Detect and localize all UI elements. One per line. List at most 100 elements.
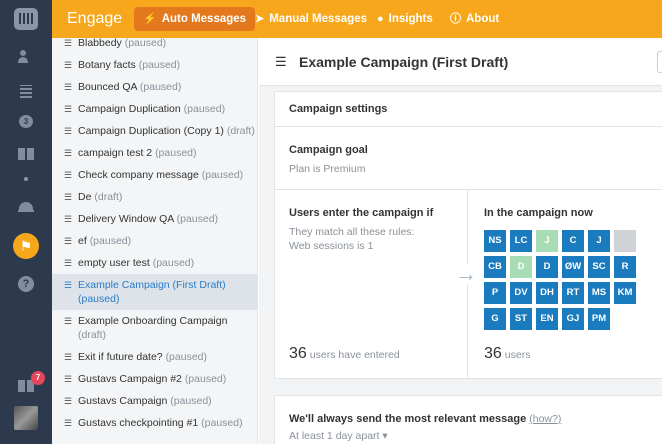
page-title: Example Campaign (First Draft) xyxy=(299,54,509,70)
user-avatar[interactable]: RT xyxy=(562,282,584,304)
user-avatar[interactable]: PM xyxy=(588,308,610,330)
user-avatar[interactable]: KM xyxy=(614,282,636,304)
app-name: Engage xyxy=(67,10,123,27)
entry-rules-panel[interactable]: Users enter the campaign if They match a… xyxy=(275,189,468,380)
app-rail: ⚑ 7 xyxy=(0,0,52,444)
notifications-icon[interactable] xyxy=(18,198,34,214)
campaign-name: empty user test xyxy=(78,257,150,269)
goal-label: Campaign goal xyxy=(289,144,368,156)
campaign-settings-card: Campaign settings Campaign goal Plan is … xyxy=(274,91,662,380)
layers-icon: ☰ xyxy=(64,236,73,246)
campaign-status: (paused) xyxy=(201,417,243,429)
goal-value[interactable]: Plan is Premium xyxy=(289,163,365,175)
campaign-list-item[interactable]: ☰ Campaign Duplication (Copy 1) (draft) xyxy=(52,120,257,142)
nav-label: Auto Messages xyxy=(161,13,247,25)
user-avatar[interactable] xyxy=(614,308,636,330)
campaign-list-item[interactable]: ☰ ef (paused) xyxy=(52,230,257,252)
campaign-list-item[interactable]: ☰ Botany facts (paused) xyxy=(52,54,257,76)
user-avatar[interactable]: D xyxy=(510,256,532,278)
campaign-list-item[interactable]: ☰ Gustavs Campaign (paused) xyxy=(52,390,257,412)
nav-insights[interactable]: ● Insights xyxy=(368,7,442,31)
people-icon[interactable] xyxy=(18,48,34,64)
campaign-status: (paused) xyxy=(155,147,197,159)
layers-icon: ☰ xyxy=(64,82,73,92)
company-icon[interactable] xyxy=(18,83,34,99)
campaign-list-item[interactable]: ☰ Campaign Duplication (paused) xyxy=(52,98,257,120)
notification-badge: 7 xyxy=(31,371,45,385)
campaign-status: (draft) xyxy=(226,125,255,137)
user-avatar[interactable]: D xyxy=(536,256,558,278)
title-row: ☰ Example Campaign (First Draft) xyxy=(259,38,662,86)
campaign-list-item[interactable]: ☰ Exit if future date? (paused) xyxy=(52,346,257,368)
campaign-name: Campaign Duplication xyxy=(78,103,181,115)
user-avatar[interactable]: CB xyxy=(484,256,506,278)
rail-separator-dot xyxy=(24,177,28,181)
user-avatar[interactable]: R xyxy=(614,256,636,278)
campaign-list-item[interactable]: ☰ Gustavs Campaign #2 (paused) xyxy=(52,368,257,390)
user-avatar[interactable]: LC xyxy=(510,230,532,252)
now-count: 36 users xyxy=(484,345,530,363)
layers-icon: ☰ xyxy=(64,280,73,290)
campaign-list-item[interactable]: ☰ De (draft) xyxy=(52,186,257,208)
entered-count: 36 users have entered xyxy=(289,345,400,363)
user-avatar[interactable]: NS xyxy=(484,230,506,252)
knowledge-base-icon[interactable] xyxy=(18,146,34,162)
user-avatar[interactable]: P xyxy=(484,282,506,304)
user-avatar[interactable]: ST xyxy=(510,308,532,330)
user-avatar[interactable]: MS xyxy=(588,282,610,304)
nav-manual-messages[interactable]: ➤ Manual Messages xyxy=(246,7,376,31)
intercom-logo-icon[interactable] xyxy=(14,8,38,30)
layers-icon: ☰ xyxy=(64,418,73,428)
campaign-list-item[interactable]: ☰ Delivery Window QA (paused) xyxy=(52,208,257,230)
user-avatar[interactable]: G xyxy=(484,308,506,330)
campaign-name: Example Onboarding Campaign xyxy=(78,315,228,327)
user-avatar[interactable] xyxy=(614,230,636,252)
layers-icon: ☰ xyxy=(275,54,287,69)
now-number: 36 xyxy=(484,345,502,362)
in-campaign-panel: In the campaign now NS LC J C J CB D D ØW SC R P DV D… xyxy=(468,189,662,380)
user-avatar[interactable]: C xyxy=(562,230,584,252)
user-avatar[interactable]: DV xyxy=(510,282,532,304)
campaign-status: (draft) xyxy=(94,191,123,203)
frequency-dropdown[interactable]: At least 1 day apart ▾ xyxy=(289,430,388,442)
campaign-name: campaign test 2 xyxy=(78,147,153,159)
nav-auto-messages[interactable]: ⚡ Auto Messages xyxy=(134,7,256,31)
layers-icon: ☰ xyxy=(64,214,73,224)
campaign-name: Gustavs checkpointing #1 xyxy=(78,417,199,429)
campaign-list-item[interactable]: ☰ Example Onboarding Campaign (draft) xyxy=(52,310,257,346)
campaign-status: (paused) xyxy=(201,169,244,181)
engage-icon[interactable]: ⚑ xyxy=(13,233,39,259)
lightbulb-icon: ● xyxy=(377,13,384,25)
user-avatar[interactable]: J xyxy=(588,230,610,252)
user-avatar[interactable]: J xyxy=(536,230,558,252)
how-link[interactable]: (how?) xyxy=(529,413,561,425)
campaign-list-item[interactable]: ☰ Blabbedy (paused) xyxy=(52,38,257,54)
campaign-name: Blabbedy xyxy=(78,38,122,49)
campaign-list-item[interactable]: ☰ Gustavs checkpointing #1 (paused) xyxy=(52,412,257,434)
title-action-button[interactable] xyxy=(657,51,662,73)
campaign-list-item[interactable]: ☰ campaign test 2 (paused) xyxy=(52,142,257,164)
user-avatar[interactable]: GJ xyxy=(562,308,584,330)
user-avatar[interactable]: EN xyxy=(536,308,558,330)
campaign-list-item[interactable]: ☰ empty user test (paused) xyxy=(52,252,257,274)
campaign-list-item[interactable]: ☰ Check company message (paused) xyxy=(52,164,257,186)
user-avatar[interactable]: SC xyxy=(588,256,610,278)
campaign-name: Botany facts xyxy=(78,59,136,71)
help-icon[interactable] xyxy=(18,276,34,292)
campaign-list-item[interactable]: ☰ Example Campaign (First Draft) (paused) xyxy=(52,274,257,310)
nav-label: Insights xyxy=(388,13,433,25)
campaign-list: ☰ Blabbedy (paused) ☰ Botany facts (paused)… xyxy=(52,38,258,444)
conversations-icon[interactable] xyxy=(18,114,34,130)
nav-about[interactable]: ⓘ About xyxy=(441,7,508,31)
lightning-icon: ⚡ xyxy=(143,13,157,25)
user-avatar[interactable]: ØW xyxy=(562,256,584,278)
campaign-name: De xyxy=(78,191,92,203)
now-title: In the campaign now xyxy=(484,207,593,219)
campaign-list-item[interactable]: ☰ Bounced QA (paused) xyxy=(52,76,257,98)
user-avatar[interactable]: DH xyxy=(536,282,558,304)
relevance-card: We'll always send the most relevant mess… xyxy=(274,395,662,444)
layers-icon: ☰ xyxy=(64,374,73,384)
top-bar: Engage ⚡ Auto Messages ➤ Manual Messages ●… xyxy=(52,0,662,38)
relevance-title: We'll always send the most relevant mess… xyxy=(289,413,561,425)
avatar[interactable] xyxy=(14,406,38,430)
